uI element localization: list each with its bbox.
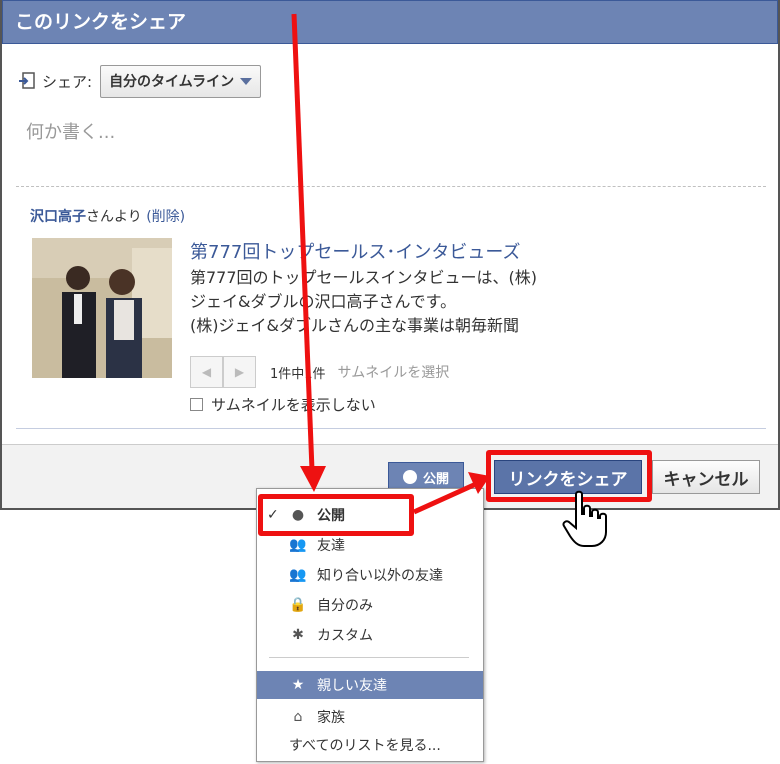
menu-item-label: 家族 — [317, 710, 345, 726]
delete-link[interactable]: (削除) — [146, 209, 185, 225]
arrow-right-icon: ▶ — [234, 365, 245, 379]
menu-item-label: 知り合い以外の友達 — [317, 568, 443, 584]
annotation-box-public — [258, 494, 414, 536]
thumbnail-photo — [32, 238, 172, 378]
menu-item-label: 自分のみ — [317, 598, 373, 614]
house-icon: ⌂ — [293, 709, 303, 725]
menu-item-label: 親しい友達 — [317, 678, 387, 694]
share-target-value: 自分のタイムライン — [109, 74, 235, 90]
prev-thumbnail-button[interactable]: ◀ — [190, 356, 223, 388]
dashed-divider — [16, 186, 766, 187]
hand-cursor-icon — [562, 490, 607, 547]
menu-item-see-all-lists[interactable]: すべてのリストを見る... — [257, 731, 483, 759]
compose-input[interactable]: 何か書く... — [26, 118, 115, 144]
menu-item-label: 友達 — [317, 538, 345, 554]
no-thumbnail-checkbox[interactable] — [190, 398, 203, 411]
share-target-row: シェア: 自分のタイムライン — [18, 64, 262, 98]
next-thumbnail-button[interactable]: ▶ — [223, 356, 256, 388]
menu-item-friends-except[interactable]: 👥 知り合い以外の友達 — [257, 561, 483, 589]
screenshot-root: このリンクをシェア シェア: 自分のタイムライン 何か書く... 沢口高子さんよ… — [0, 0, 780, 764]
menu-item-close-friends[interactable]: ★ 親しい友達 — [257, 671, 483, 699]
share-label: シェア: — [42, 72, 93, 91]
dialog-title: このリンクをシェア — [2, 0, 778, 44]
choose-thumbnail-label: サムネイルを選択 — [337, 365, 450, 381]
menu-item-label: カスタム — [317, 628, 373, 644]
star-icon: ★ — [291, 677, 305, 693]
privacy-label: 公開 — [422, 471, 449, 487]
share-target-select[interactable]: 自分のタイムライン — [100, 64, 262, 98]
menu-item-only-me[interactable]: 🔒 自分のみ — [257, 591, 483, 619]
menu-item-family[interactable]: ⌂ 家族 — [257, 703, 483, 731]
link-description: 第777回のトップセールスインタビューは、(株) ジェイ&ダブルの沢口高子さんで… — [190, 266, 537, 338]
cancel-button[interactable]: キャンセル — [652, 460, 760, 494]
source-name-link[interactable]: 沢口高子 — [30, 209, 86, 225]
gear-icon: ✱ — [292, 627, 304, 643]
no-thumbnail-label: サムネイルを表示しない — [211, 396, 376, 414]
menu-item-custom[interactable]: ✱ カスタム — [257, 621, 483, 649]
description-line: (株)ジェイ&ダブルさんの主な事業は朝毎新聞 — [190, 316, 519, 335]
menu-separator — [269, 657, 469, 658]
globe-icon — [402, 470, 417, 484]
share-dialog: このリンクをシェア シェア: 自分のタイムライン 何か書く... 沢口高子さんよ… — [0, 0, 780, 510]
thumbnail-counter: 1件中1件 — [270, 366, 326, 382]
source-attribution: 沢口高子さんより (削除) — [30, 206, 185, 226]
friends-icon: 👥 — [289, 537, 307, 553]
section-divider — [16, 428, 766, 429]
description-line: ジェイ&ダブルの沢口高子さんです。 — [190, 292, 457, 311]
chevron-down-icon — [240, 77, 253, 85]
description-line: 第777回のトップセールスインタビューは、(株) — [190, 268, 538, 287]
lock-icon: 🔒 — [289, 597, 307, 613]
link-thumbnail — [32, 238, 172, 378]
no-thumbnail-option: サムネイルを表示しない — [190, 394, 376, 415]
link-title[interactable]: 第777回トップセールス･インタビューズ — [190, 238, 520, 264]
source-suffix: さんより — [86, 209, 142, 225]
menu-item-label: すべてのリストを見る... — [289, 738, 441, 754]
share-icon — [19, 72, 35, 89]
friends-except-icon: 👥 — [289, 567, 307, 583]
thumbnail-navigation: ◀ ▶ 1件中1件 サムネイルを選択 — [190, 356, 449, 388]
arrow-left-icon: ◀ — [201, 365, 212, 379]
